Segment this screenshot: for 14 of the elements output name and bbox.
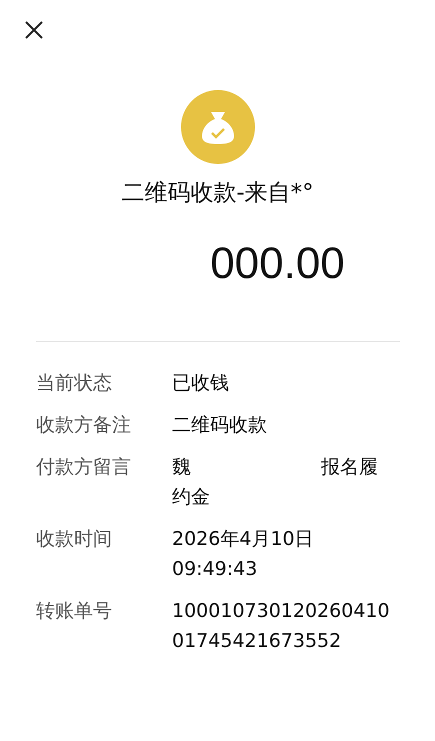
detail-label: 收款方备注 [36, 413, 132, 438]
detail-value: 100010730120260410 01745421673552 [172, 599, 391, 654]
detail-value: 2026年4月10日 09:49:43 [172, 527, 315, 582]
detail-value: 已收钱 [172, 371, 230, 396]
detail-label: 付款方留言 [36, 455, 132, 480]
detail-label: 收款时间 [36, 527, 113, 552]
money-bag-icon [180, 90, 254, 164]
close-icon[interactable] [24, 20, 44, 40]
detail-label: 转账单号 [36, 599, 113, 624]
amount: 000.00 [209, 239, 345, 289]
payment-title: 二维码收款-来自*° [121, 179, 314, 208]
detail-label: 当前状态 [36, 371, 113, 396]
detail-value: 二维码收款 [172, 413, 268, 438]
detail-value: 魏 报名履约金 [172, 455, 379, 510]
